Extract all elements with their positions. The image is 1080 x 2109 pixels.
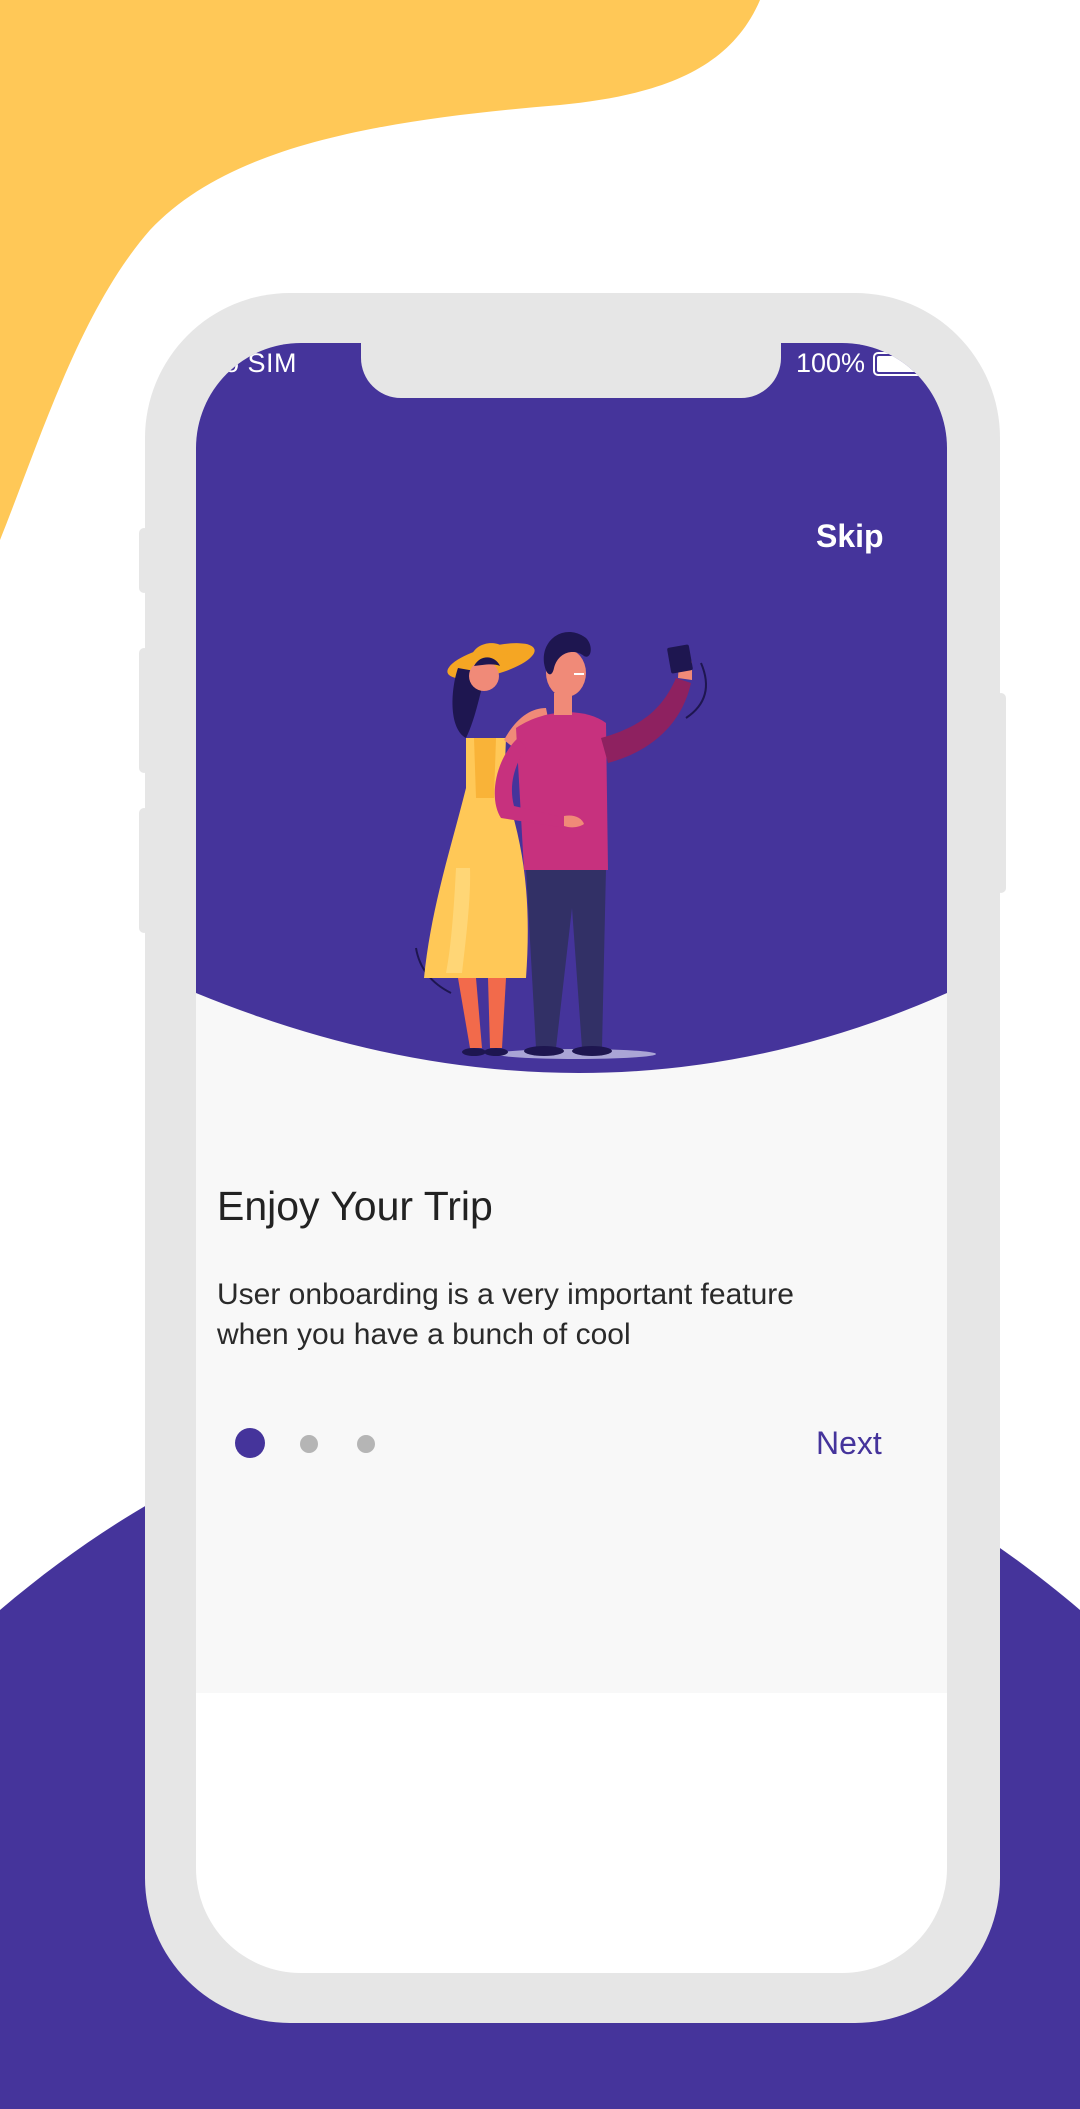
status-right: 100% [796, 348, 924, 379]
canvas: No SIM 100% Skip Enjoy Your Trip User on… [0, 0, 1080, 2109]
carrier-label: No SIM [204, 348, 298, 378]
skip-button[interactable]: Skip [816, 518, 884, 555]
page-dot-active[interactable] [235, 1428, 265, 1458]
phone-side-button [996, 693, 1006, 893]
next-button[interactable]: Next [816, 1425, 882, 1462]
battery-percent: 100% [796, 348, 866, 378]
phone-side-button [139, 528, 149, 593]
phone-side-button [139, 808, 149, 933]
phone-frame: No SIM 100% Skip Enjoy Your Trip User on… [139, 293, 1006, 2023]
onboarding-title: Enjoy Your Trip [217, 1183, 493, 1229]
couple-selfie-illustration [415, 632, 707, 1059]
page-dot[interactable] [357, 1435, 375, 1453]
onboarding-description: User onboarding is a very important feat… [217, 1278, 794, 1351]
phone-side-button [139, 648, 149, 773]
phone-screen: No SIM 100% Skip Enjoy Your Trip User on… [196, 343, 947, 1973]
page-dot[interactable] [300, 1435, 318, 1453]
battery-icon [873, 351, 924, 376]
phone-notch [361, 343, 781, 398]
